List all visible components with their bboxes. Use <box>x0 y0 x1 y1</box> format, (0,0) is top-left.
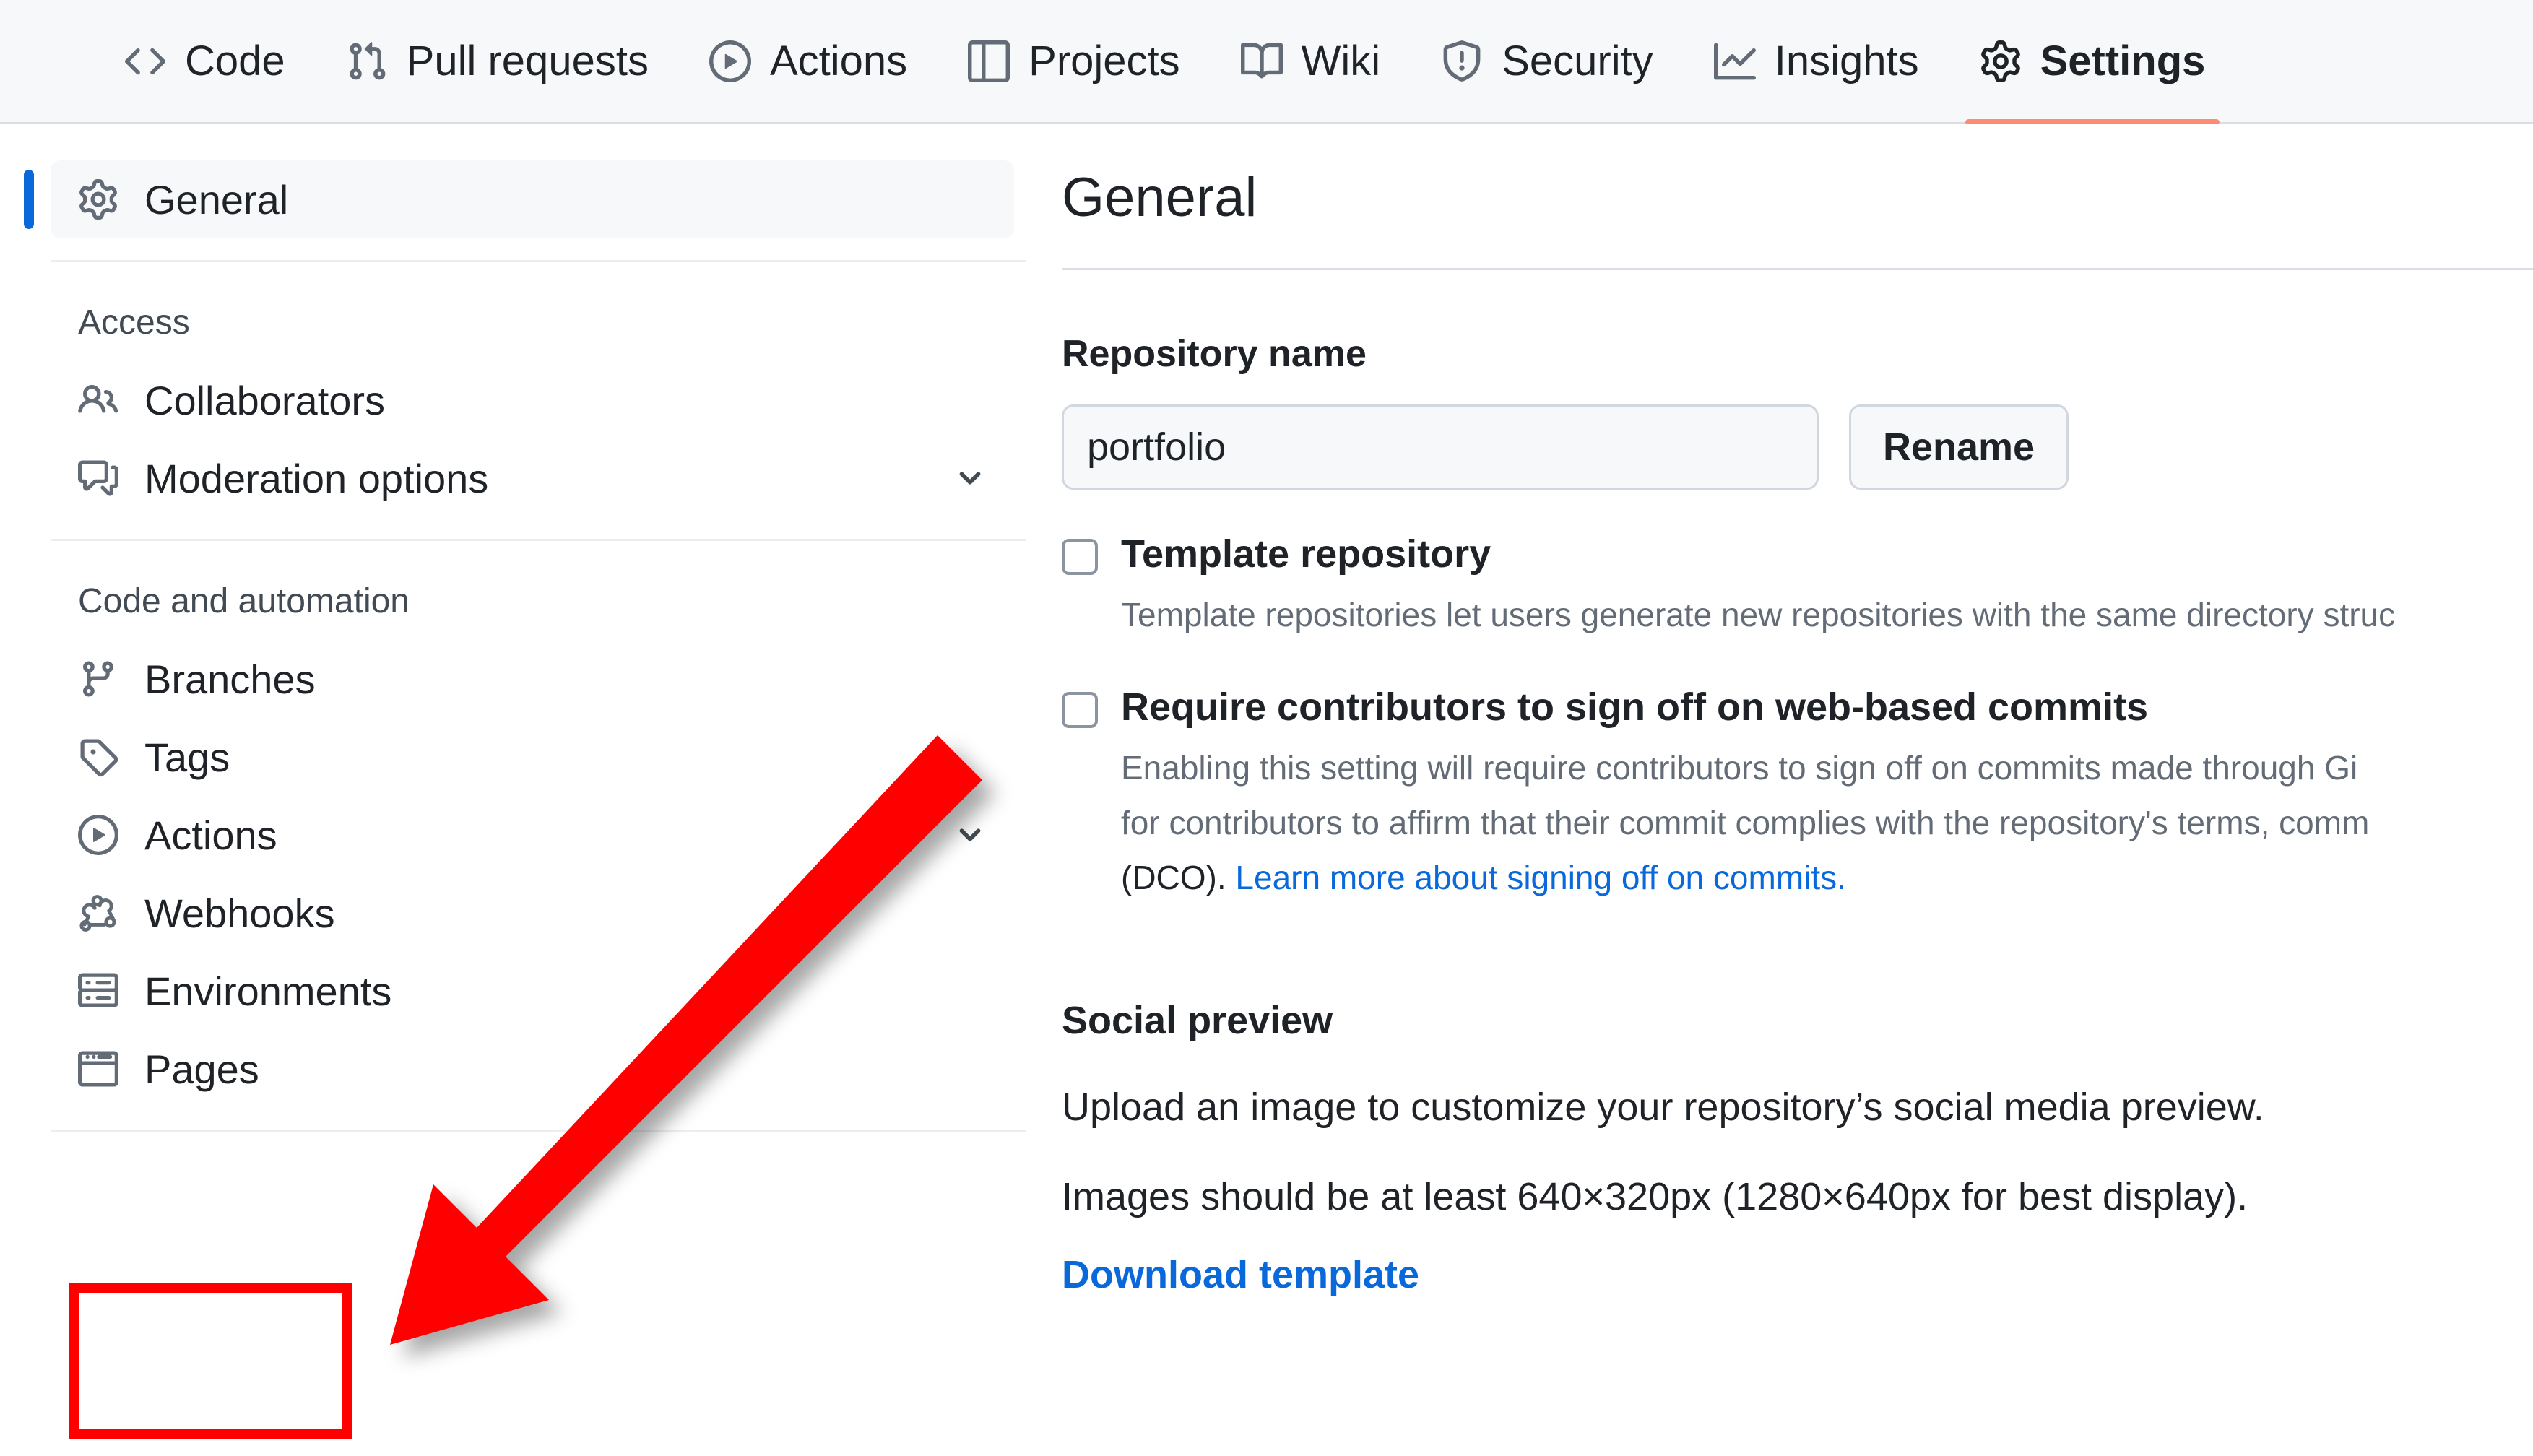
social-preview-line1: Upload an image to customize your reposi… <box>1062 1085 2264 1129</box>
sidebar-item-label: Collaborators <box>144 377 386 423</box>
gear-icon <box>78 179 118 220</box>
play-circle-icon <box>78 815 118 855</box>
server-icon <box>78 971 118 1011</box>
download-template-link[interactable]: Download template <box>1062 1252 1419 1297</box>
book-icon <box>1240 40 1283 82</box>
signoff-learn-more-link[interactable]: Learn more about signing off on commits. <box>1235 859 1846 896</box>
sidebar-divider <box>51 1130 1026 1132</box>
signoff-description-line2: for contributors to affirm that their co… <box>1121 804 2370 842</box>
git-branch-icon <box>78 659 118 699</box>
chevron-down-icon[interactable] <box>953 818 987 852</box>
table-icon <box>968 40 1010 82</box>
nav-tab-label: Insights <box>1774 38 1919 84</box>
social-preview-line2: Images should be at least 640×320px (128… <box>1062 1175 2248 1219</box>
nav-tab-label: Wiki <box>1301 38 1381 84</box>
shield-alert-icon <box>1441 40 1483 82</box>
nav-tab-code[interactable]: Code <box>94 0 316 124</box>
webhook-icon <box>78 893 118 933</box>
nav-tab-label: Projects <box>1029 38 1180 84</box>
nav-tab-label: Pull requests <box>406 38 649 84</box>
template-repository-description: Template repositories let users generate… <box>1121 596 2396 634</box>
repo-nav: Code Pull requests Actions Projects Wiki… <box>0 0 2533 126</box>
signoff-block: Require contributors to sign off on web-… <box>1062 685 2533 906</box>
settings-sidebar: General Access Collaborators Moderation … <box>0 124 1033 1456</box>
sidebar-item-label: General <box>144 176 289 222</box>
play-circle-icon <box>709 40 751 82</box>
nav-tab-security[interactable]: Security <box>1411 0 1684 124</box>
sidebar-heading-code-and-automation: Code and automation <box>78 582 410 620</box>
signoff-checkbox[interactable] <box>1062 692 1098 729</box>
tag-icon <box>78 737 118 777</box>
sidebar-item-label: Branches <box>144 656 316 702</box>
sidebar-item-label: Moderation options <box>144 455 489 501</box>
signoff-description-line3: (DCO). Learn more about signing off on c… <box>1121 851 2533 906</box>
nav-tab-projects[interactable]: Projects <box>938 0 1211 124</box>
dco-text: (DCO). <box>1121 859 1236 897</box>
sidebar-item-branches[interactable]: Branches <box>51 640 1014 718</box>
nav-tab-wiki[interactable]: Wiki <box>1211 0 1411 124</box>
repository-name-input[interactable]: portfolio <box>1062 404 1819 490</box>
signoff-description-line1: Enabling this setting will require contr… <box>1121 749 2358 787</box>
sidebar-item-tags[interactable]: Tags <box>51 718 1014 796</box>
sidebar-item-actions[interactable]: Actions <box>51 796 1014 874</box>
sidebar-item-label: Webhooks <box>144 890 335 936</box>
git-pull-request-icon <box>346 40 388 82</box>
sidebar-item-moderation-options[interactable]: Moderation options <box>51 439 1014 517</box>
nav-tab-label: Code <box>185 38 285 84</box>
sidebar-item-webhooks[interactable]: Webhooks <box>51 874 1014 952</box>
browser-window-icon <box>78 1049 118 1089</box>
social-preview-title: Social preview <box>1062 998 1333 1042</box>
sidebar-item-label: Tags <box>144 734 230 780</box>
sidebar-item-collaborators[interactable]: Collaborators <box>51 361 1014 439</box>
gear-icon <box>1980 40 2022 82</box>
graph-icon <box>1713 40 1756 82</box>
page-title: General <box>1062 167 1257 228</box>
repository-name-label: Repository name <box>1062 333 1367 376</box>
nav-tab-actions[interactable]: Actions <box>679 0 938 124</box>
sidebar-item-environments[interactable]: Environments <box>51 952 1014 1030</box>
nav-tab-label: Actions <box>769 38 908 84</box>
sidebar-item-label: Actions <box>144 812 277 858</box>
nav-tab-pull-requests[interactable]: Pull requests <box>316 0 679 124</box>
sidebar-item-label: Pages <box>144 1046 259 1092</box>
sidebar-item-label: Environments <box>144 968 392 1014</box>
nav-tab-settings[interactable]: Settings <box>1949 0 2236 126</box>
signoff-label: Require contributors to sign off on web-… <box>1121 685 2149 729</box>
rename-button[interactable]: Rename <box>1849 404 2069 490</box>
sidebar-divider <box>51 260 1026 262</box>
signoff-row: Require contributors to sign off on web-… <box>1062 685 2533 729</box>
template-repository-row: Template repository <box>1062 532 2533 576</box>
settings-main-panel: General Repository name portfolio Rename… <box>1062 124 2533 1456</box>
sidebar-heading-access: Access <box>78 303 190 342</box>
repository-name-row: portfolio Rename <box>1062 404 2533 490</box>
comment-discussion-icon <box>78 458 118 498</box>
template-repository-checkbox[interactable] <box>1062 539 1098 576</box>
template-repository-label: Template repository <box>1121 532 1491 576</box>
sidebar-divider <box>51 539 1026 541</box>
nav-tab-label: Security <box>1502 38 1653 84</box>
nav-tab-label: Settings <box>2040 38 2206 84</box>
sidebar-item-pages[interactable]: Pages <box>51 1030 1014 1108</box>
template-repository-block: Template repository Template repositorie… <box>1062 532 2533 643</box>
people-icon <box>78 380 118 420</box>
sidebar-item-general[interactable]: General <box>24 160 1014 238</box>
nav-tab-insights[interactable]: Insights <box>1684 0 1949 124</box>
title-divider <box>1062 268 2533 271</box>
code-icon <box>124 40 166 82</box>
chevron-down-icon[interactable] <box>953 462 987 495</box>
